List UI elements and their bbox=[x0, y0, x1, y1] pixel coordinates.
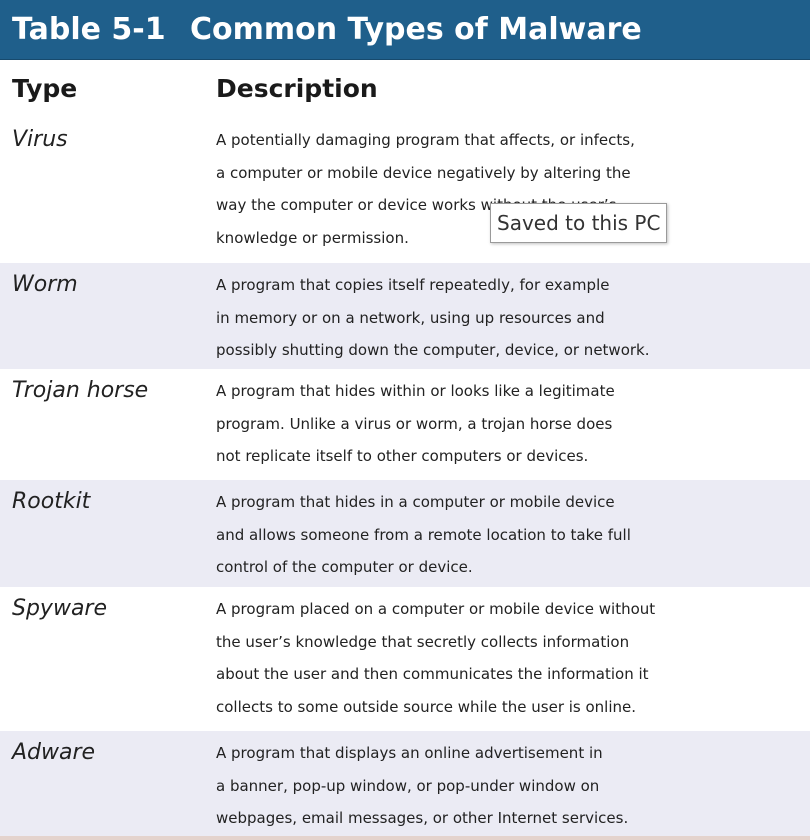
malware-description: A program that hides in a computer or mo… bbox=[216, 486, 808, 584]
table-row: Virus A potentially damaging program tha… bbox=[0, 118, 810, 263]
description-line: A program that displays an online advert… bbox=[216, 744, 603, 762]
bottom-rule bbox=[0, 836, 810, 840]
description-line: not replicate itself to other computers … bbox=[216, 447, 589, 465]
description-line: program. Unlike a virus or worm, a troja… bbox=[216, 414, 613, 433]
description-line: A program that hides in a computer or mo… bbox=[216, 493, 615, 511]
description-line: collects to some outside source while th… bbox=[216, 697, 637, 716]
malware-description: A program placed on a computer or mobile… bbox=[216, 593, 808, 723]
description-line: A program placed on a computer or mobile… bbox=[216, 600, 656, 618]
table-row: Adware A program that displays an online… bbox=[0, 731, 810, 836]
description-line: A potentially damaging program that affe… bbox=[216, 131, 635, 149]
malware-description: A program that displays an online advert… bbox=[216, 737, 808, 835]
table-row: Trojan horse A program that hides within… bbox=[0, 369, 810, 480]
description-line: the user’s knowledge that secretly colle… bbox=[216, 632, 630, 651]
malware-type: Worm bbox=[12, 272, 78, 297]
table-header-row: Type Description bbox=[0, 60, 810, 118]
description-line: A program that copies itself repeatedly,… bbox=[216, 276, 610, 294]
table-title-bar: Table 5-1 Common Types of Malware bbox=[0, 0, 810, 60]
malware-type: Rootkit bbox=[12, 489, 91, 514]
malware-description: A program that hides within or looks lik… bbox=[216, 375, 808, 473]
description-line: control of the computer or device. bbox=[216, 558, 473, 576]
malware-type: Adware bbox=[12, 740, 96, 765]
description-line: A program that hides within or looks lik… bbox=[216, 382, 615, 400]
description-line: possibly shutting down the computer, dev… bbox=[216, 341, 650, 359]
description-line: a computer or mobile device negatively b… bbox=[216, 163, 631, 182]
description-line: a banner, pop-up window, or pop-under wi… bbox=[216, 776, 600, 795]
column-header-description: Description bbox=[216, 74, 378, 103]
table-title: Common Types of Malware bbox=[190, 12, 642, 47]
description-line: webpages, email messages, or other Inter… bbox=[216, 809, 629, 827]
table-number: Table 5-1 bbox=[12, 12, 166, 47]
table-row: Spyware A program placed on a computer o… bbox=[0, 587, 810, 731]
column-header-type: Type bbox=[12, 74, 78, 103]
table-row: Worm A program that copies itself repeat… bbox=[0, 263, 810, 369]
malware-type: Trojan horse bbox=[12, 378, 149, 403]
description-line: and allows someone from a remote locatio… bbox=[216, 525, 631, 544]
table-row: Rootkit A program that hides in a comput… bbox=[0, 480, 810, 587]
description-line: about the user and then communicates the… bbox=[216, 665, 649, 683]
saved-tooltip: Saved to this PC bbox=[490, 203, 668, 243]
malware-type: Spyware bbox=[12, 596, 108, 621]
malware-type: Virus bbox=[12, 127, 68, 152]
description-line: in memory or on a network, using up reso… bbox=[216, 308, 605, 327]
malware-description: A program that copies itself repeatedly,… bbox=[216, 269, 808, 367]
